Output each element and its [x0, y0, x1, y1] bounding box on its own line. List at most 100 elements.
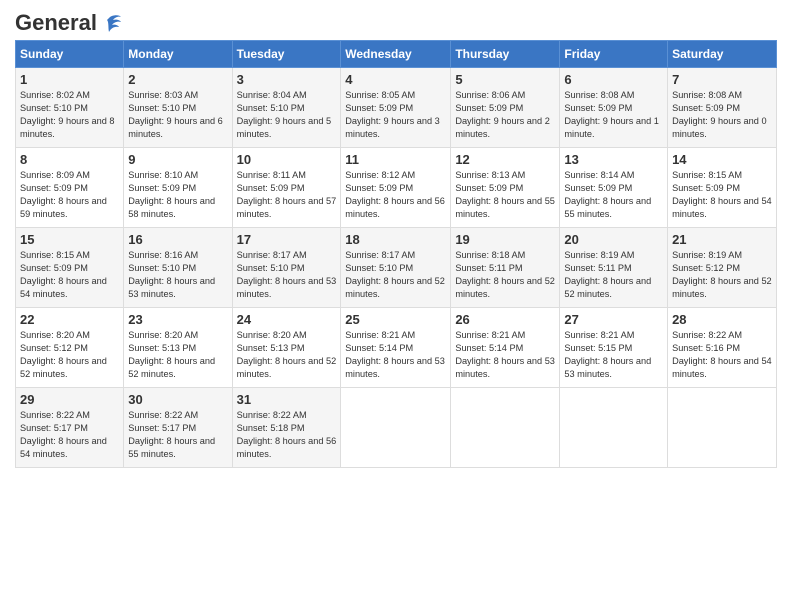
day-info: Sunrise: 8:05 AM Sunset: 5:09 PM Dayligh…	[345, 89, 446, 141]
sunrise-label: Sunrise: 8:22 AM	[237, 410, 307, 420]
calendar-cell: 14 Sunrise: 8:15 AM Sunset: 5:09 PM Dayl…	[668, 148, 777, 228]
daylight-label: Daylight: 9 hours and 0 minutes.	[672, 116, 767, 139]
sunrise-label: Sunrise: 8:15 AM	[20, 250, 90, 260]
calendar-cell: 23 Sunrise: 8:20 AM Sunset: 5:13 PM Dayl…	[124, 308, 232, 388]
sunrise-label: Sunrise: 8:16 AM	[128, 250, 198, 260]
day-number: 10	[237, 152, 337, 167]
day-info: Sunrise: 8:04 AM Sunset: 5:10 PM Dayligh…	[237, 89, 337, 141]
sunset-label: Sunset: 5:12 PM	[20, 343, 88, 353]
calendar-cell: 17 Sunrise: 8:17 AM Sunset: 5:10 PM Dayl…	[232, 228, 341, 308]
daylight-label: Daylight: 8 hours and 54 minutes.	[672, 356, 772, 379]
daylight-label: Daylight: 8 hours and 55 minutes.	[455, 196, 555, 219]
daylight-label: Daylight: 9 hours and 5 minutes.	[237, 116, 332, 139]
day-info: Sunrise: 8:03 AM Sunset: 5:10 PM Dayligh…	[128, 89, 227, 141]
daylight-label: Daylight: 8 hours and 53 minutes.	[564, 356, 651, 379]
calendar-week-row: 1 Sunrise: 8:02 AM Sunset: 5:10 PM Dayli…	[16, 68, 777, 148]
daylight-label: Daylight: 8 hours and 52 minutes.	[20, 356, 107, 379]
calendar-cell: 30 Sunrise: 8:22 AM Sunset: 5:17 PM Dayl…	[124, 388, 232, 468]
sunset-label: Sunset: 5:13 PM	[237, 343, 305, 353]
calendar-cell: 22 Sunrise: 8:20 AM Sunset: 5:12 PM Dayl…	[16, 308, 124, 388]
page-container: General SundayMondayTuesdayWednesdayThur…	[0, 0, 792, 612]
daylight-label: Daylight: 8 hours and 52 minutes.	[345, 276, 445, 299]
sunset-label: Sunset: 5:09 PM	[345, 183, 413, 193]
sunset-label: Sunset: 5:09 PM	[20, 183, 88, 193]
sunset-label: Sunset: 5:10 PM	[128, 103, 196, 113]
day-info: Sunrise: 8:09 AM Sunset: 5:09 PM Dayligh…	[20, 169, 119, 221]
daylight-label: Daylight: 9 hours and 8 minutes.	[20, 116, 115, 139]
daylight-label: Daylight: 8 hours and 52 minutes.	[672, 276, 772, 299]
day-info: Sunrise: 8:22 AM Sunset: 5:18 PM Dayligh…	[237, 409, 337, 461]
day-number: 1	[20, 72, 119, 87]
day-number: 8	[20, 152, 119, 167]
sunset-label: Sunset: 5:10 PM	[128, 263, 196, 273]
sunrise-label: Sunrise: 8:20 AM	[237, 330, 307, 340]
sunrise-label: Sunrise: 8:21 AM	[345, 330, 415, 340]
daylight-label: Daylight: 8 hours and 52 minutes.	[128, 356, 215, 379]
calendar-cell: 5 Sunrise: 8:06 AM Sunset: 5:09 PM Dayli…	[451, 68, 560, 148]
calendar-cell: 9 Sunrise: 8:10 AM Sunset: 5:09 PM Dayli…	[124, 148, 232, 228]
day-info: Sunrise: 8:06 AM Sunset: 5:09 PM Dayligh…	[455, 89, 555, 141]
day-info: Sunrise: 8:08 AM Sunset: 5:09 PM Dayligh…	[672, 89, 772, 141]
sunset-label: Sunset: 5:11 PM	[564, 263, 631, 273]
sunset-label: Sunset: 5:09 PM	[237, 183, 305, 193]
calendar-cell: 16 Sunrise: 8:16 AM Sunset: 5:10 PM Dayl…	[124, 228, 232, 308]
day-info: Sunrise: 8:15 AM Sunset: 5:09 PM Dayligh…	[672, 169, 772, 221]
sunset-label: Sunset: 5:10 PM	[20, 103, 88, 113]
calendar-cell: 27 Sunrise: 8:21 AM Sunset: 5:15 PM Dayl…	[560, 308, 668, 388]
sunrise-label: Sunrise: 8:13 AM	[455, 170, 525, 180]
day-number: 21	[672, 232, 772, 247]
daylight-label: Daylight: 9 hours and 1 minute.	[564, 116, 659, 139]
calendar-cell: 15 Sunrise: 8:15 AM Sunset: 5:09 PM Dayl…	[16, 228, 124, 308]
sunrise-label: Sunrise: 8:15 AM	[672, 170, 742, 180]
day-number: 27	[564, 312, 663, 327]
sunrise-label: Sunrise: 8:08 AM	[564, 90, 634, 100]
day-info: Sunrise: 8:22 AM Sunset: 5:16 PM Dayligh…	[672, 329, 772, 381]
calendar-cell: 26 Sunrise: 8:21 AM Sunset: 5:14 PM Dayl…	[451, 308, 560, 388]
sunrise-label: Sunrise: 8:08 AM	[672, 90, 742, 100]
calendar-cell: 4 Sunrise: 8:05 AM Sunset: 5:09 PM Dayli…	[341, 68, 451, 148]
day-number: 19	[455, 232, 555, 247]
day-number: 29	[20, 392, 119, 407]
daylight-label: Daylight: 8 hours and 53 minutes.	[345, 356, 445, 379]
sunrise-label: Sunrise: 8:06 AM	[455, 90, 525, 100]
sunrise-label: Sunrise: 8:14 AM	[564, 170, 634, 180]
calendar-cell: 29 Sunrise: 8:22 AM Sunset: 5:17 PM Dayl…	[16, 388, 124, 468]
sunrise-label: Sunrise: 8:11 AM	[237, 170, 306, 180]
sunset-label: Sunset: 5:09 PM	[455, 183, 523, 193]
sunrise-label: Sunrise: 8:21 AM	[564, 330, 634, 340]
daylight-label: Daylight: 8 hours and 54 minutes.	[672, 196, 772, 219]
calendar-week-row: 22 Sunrise: 8:20 AM Sunset: 5:12 PM Dayl…	[16, 308, 777, 388]
day-info: Sunrise: 8:19 AM Sunset: 5:11 PM Dayligh…	[564, 249, 663, 301]
sunrise-label: Sunrise: 8:02 AM	[20, 90, 90, 100]
calendar-cell	[451, 388, 560, 468]
daylight-label: Daylight: 8 hours and 53 minutes.	[237, 276, 337, 299]
calendar-cell: 10 Sunrise: 8:11 AM Sunset: 5:09 PM Dayl…	[232, 148, 341, 228]
sunset-label: Sunset: 5:17 PM	[20, 423, 88, 433]
sunset-label: Sunset: 5:09 PM	[455, 103, 523, 113]
sunrise-label: Sunrise: 8:20 AM	[20, 330, 90, 340]
day-number: 6	[564, 72, 663, 87]
sunset-label: Sunset: 5:09 PM	[128, 183, 196, 193]
sunset-label: Sunset: 5:09 PM	[564, 183, 632, 193]
logo: General	[15, 10, 123, 32]
day-info: Sunrise: 8:20 AM Sunset: 5:12 PM Dayligh…	[20, 329, 119, 381]
sunset-label: Sunset: 5:17 PM	[128, 423, 196, 433]
calendar-cell	[668, 388, 777, 468]
day-number: 18	[345, 232, 446, 247]
day-info: Sunrise: 8:08 AM Sunset: 5:09 PM Dayligh…	[564, 89, 663, 141]
calendar-cell	[560, 388, 668, 468]
day-number: 16	[128, 232, 227, 247]
day-info: Sunrise: 8:21 AM Sunset: 5:15 PM Dayligh…	[564, 329, 663, 381]
calendar-cell: 8 Sunrise: 8:09 AM Sunset: 5:09 PM Dayli…	[16, 148, 124, 228]
calendar-cell: 19 Sunrise: 8:18 AM Sunset: 5:11 PM Dayl…	[451, 228, 560, 308]
calendar-cell: 7 Sunrise: 8:08 AM Sunset: 5:09 PM Dayli…	[668, 68, 777, 148]
day-number: 24	[237, 312, 337, 327]
logo-general: General	[15, 10, 97, 36]
calendar-cell: 28 Sunrise: 8:22 AM Sunset: 5:16 PM Dayl…	[668, 308, 777, 388]
daylight-label: Daylight: 8 hours and 52 minutes.	[455, 276, 555, 299]
calendar-cell: 20 Sunrise: 8:19 AM Sunset: 5:11 PM Dayl…	[560, 228, 668, 308]
sunrise-label: Sunrise: 8:19 AM	[672, 250, 742, 260]
sunrise-label: Sunrise: 8:12 AM	[345, 170, 415, 180]
calendar-cell: 1 Sunrise: 8:02 AM Sunset: 5:10 PM Dayli…	[16, 68, 124, 148]
day-number: 5	[455, 72, 555, 87]
